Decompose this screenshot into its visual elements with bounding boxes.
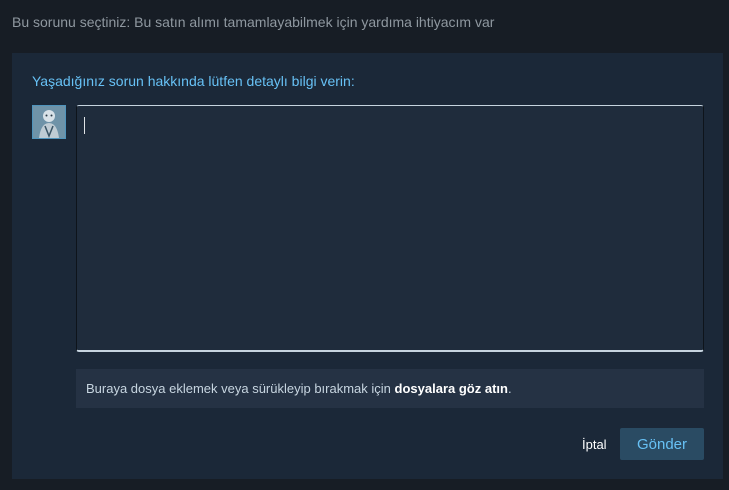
avatar-figure-icon <box>33 106 65 138</box>
user-avatar <box>32 105 66 139</box>
browse-files-link[interactable]: dosyalara göz atın <box>395 381 508 396</box>
support-form-panel: Yaşadığınız sorun hakkında lütfen detayl… <box>12 53 723 479</box>
attachment-dropzone[interactable]: Buraya dosya eklemek veya sürükleyip bır… <box>76 369 704 408</box>
send-button[interactable]: Gönder <box>620 428 704 460</box>
selected-issue-text: Bu sorunu seçtiniz: Bu satın alımı tamam… <box>12 14 495 30</box>
attachment-instructions: Buraya dosya eklemek veya sürükleyip bır… <box>86 381 391 396</box>
attachment-period: . <box>507 381 512 396</box>
cancel-button[interactable]: İptal <box>582 437 607 452</box>
details-textarea[interactable] <box>76 105 704 352</box>
form-prompt: Yaşadığınız sorun hakkında lütfen detayl… <box>32 73 355 89</box>
text-caret <box>84 117 85 134</box>
